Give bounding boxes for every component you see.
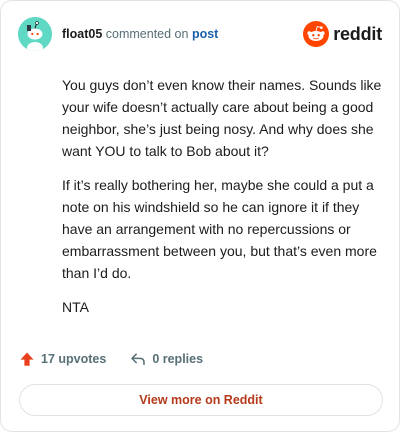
user-avatar[interactable]: [18, 17, 52, 51]
snoo-avatar-icon: [18, 17, 52, 51]
reddit-brand[interactable]: reddit: [303, 21, 382, 47]
upvote-arrow-icon: [20, 352, 34, 366]
comment-paragraph: NTA: [62, 299, 89, 315]
replies-button[interactable]: 0 replies: [130, 351, 203, 367]
view-more-button[interactable]: View more on Reddit: [19, 384, 383, 416]
comment-paragraph: You guys don’t even know their names. So…: [62, 77, 382, 159]
comment-header: float05 commented on post reddit: [18, 17, 384, 51]
post-link[interactable]: post: [192, 27, 218, 41]
replies-count: 0 replies: [152, 352, 204, 366]
commented-on-text: commented on: [105, 27, 189, 41]
upvote-count: 17 upvotes: [41, 352, 107, 366]
reply-arrow-icon: [131, 353, 146, 366]
comment-byline: float05 commented on post: [62, 26, 218, 42]
comment-actions: 17 upvotes 0 replies: [19, 349, 203, 369]
comment-paragraph: If it’s really bothering her, maybe she …: [62, 177, 377, 281]
upvote-button[interactable]: 17 upvotes: [19, 351, 106, 367]
username-link[interactable]: float05: [62, 27, 102, 41]
comment-body: You guys don’t even know their names. So…: [62, 74, 382, 330]
reddit-logo-icon: [303, 21, 330, 47]
reddit-wordmark: reddit: [333, 23, 382, 44]
comment-embed-card: float05 commented on post reddit You guy…: [0, 0, 400, 432]
